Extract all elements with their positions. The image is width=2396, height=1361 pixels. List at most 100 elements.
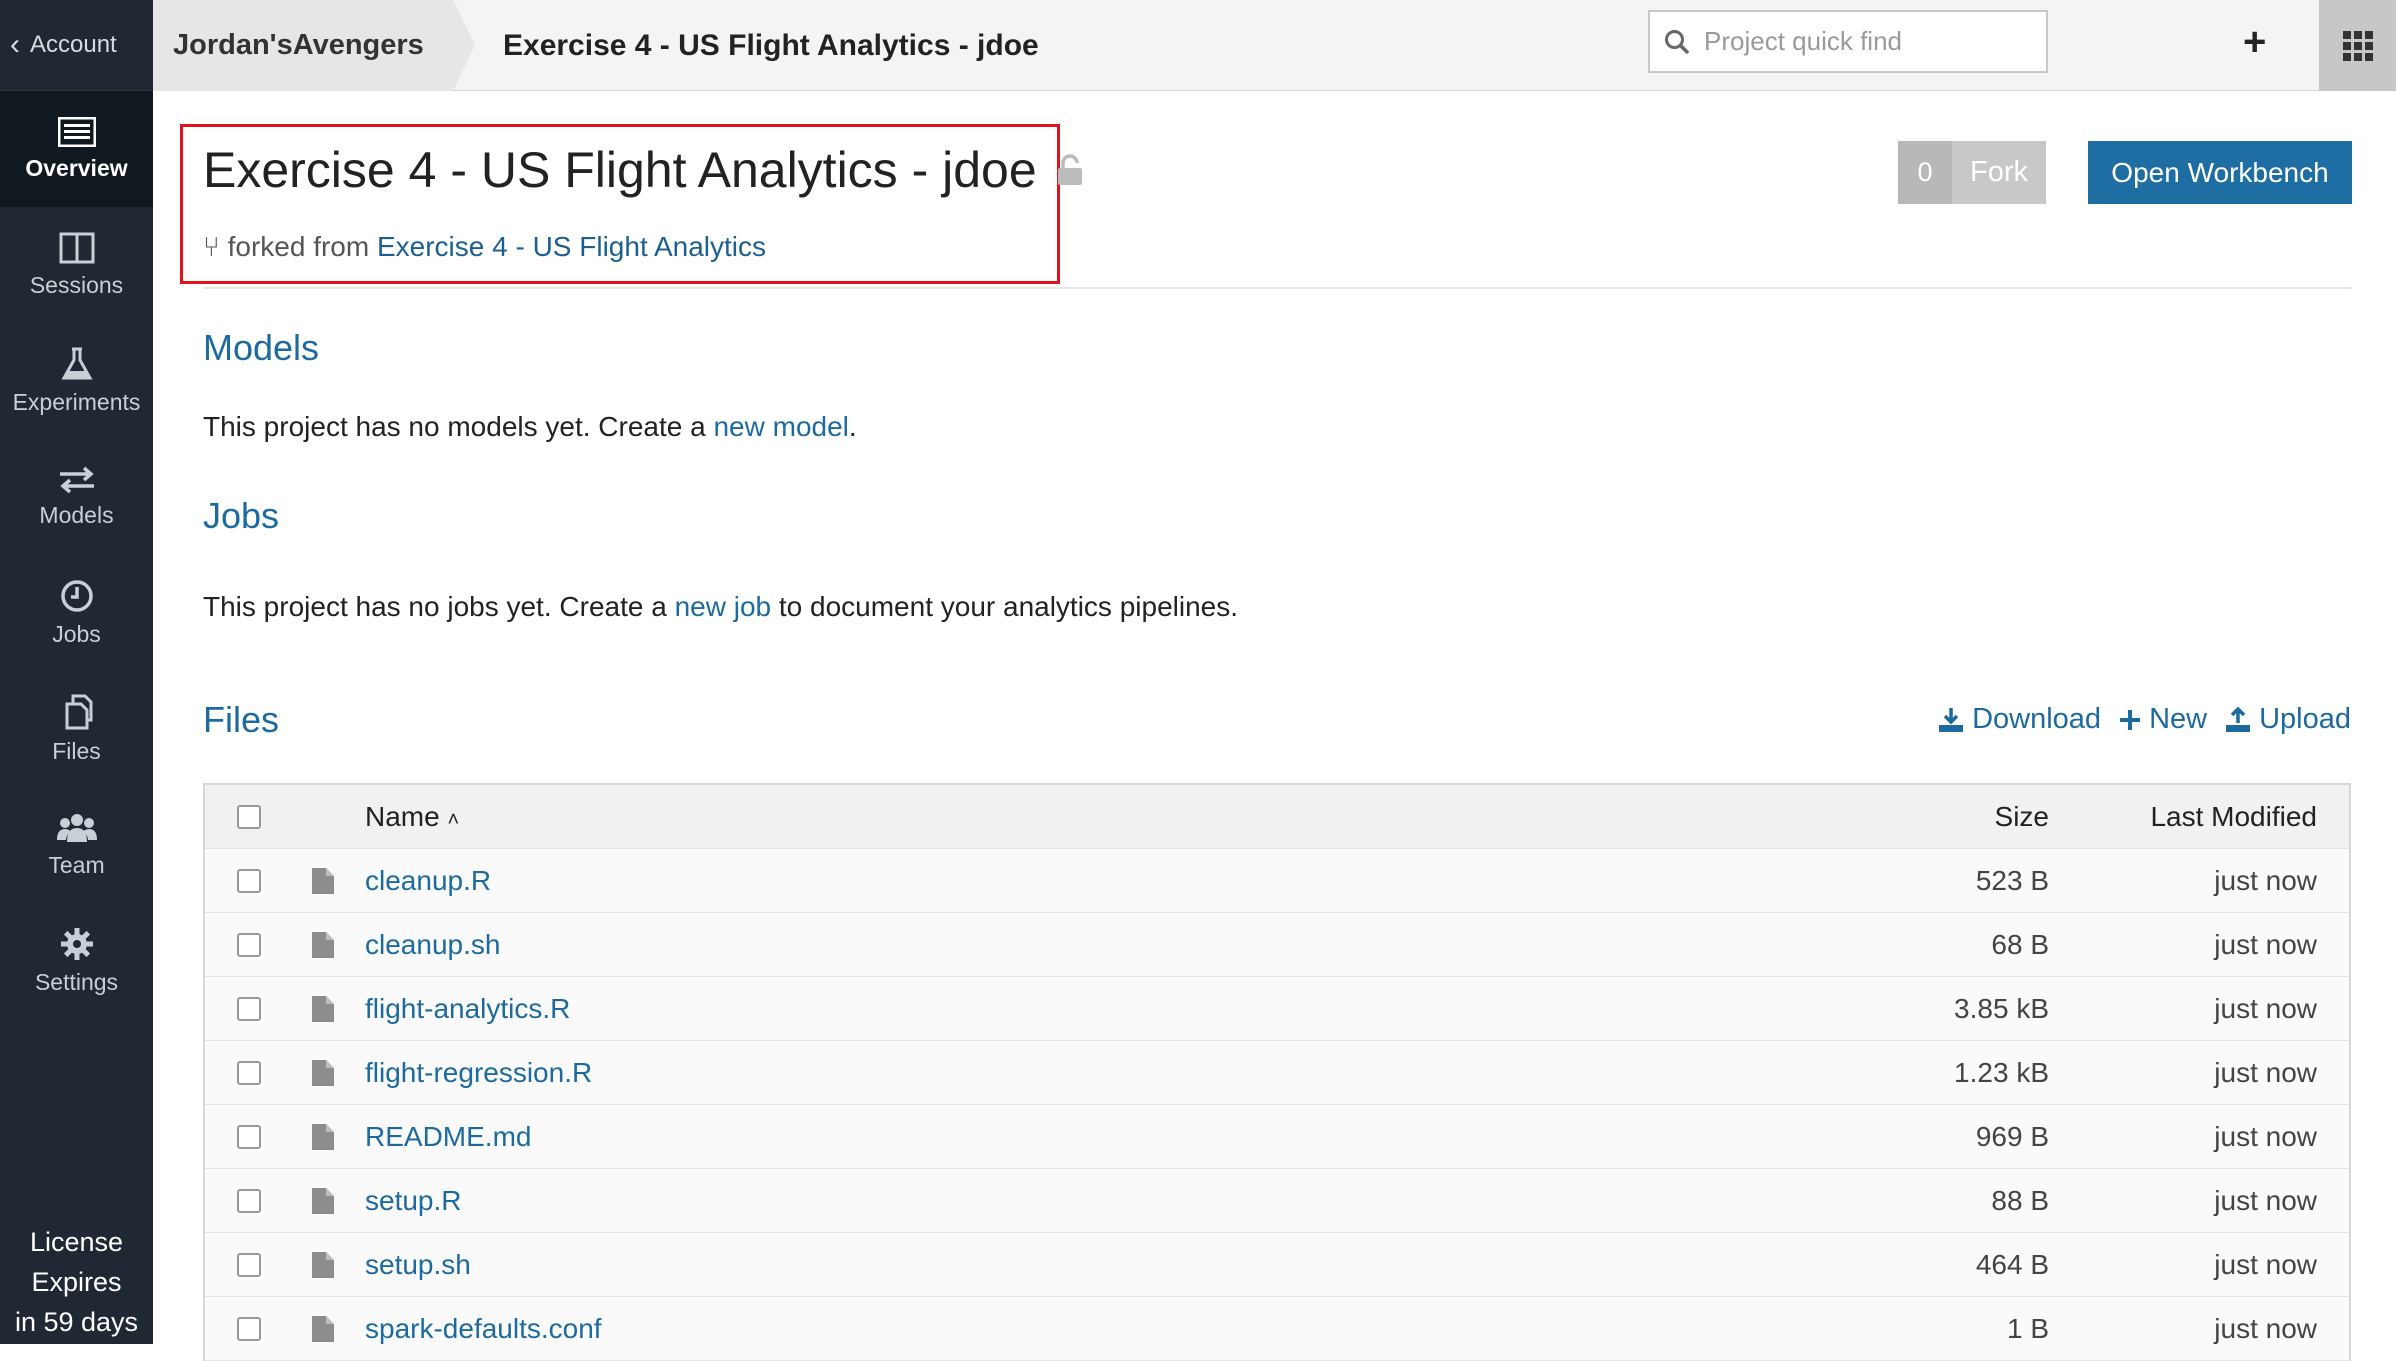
files-icon bbox=[65, 694, 92, 729]
sidebar-item-files[interactable]: Files bbox=[0, 671, 153, 787]
file-icon bbox=[312, 931, 334, 958]
row-checkbox[interactable] bbox=[237, 1124, 261, 1149]
new-file-link[interactable]: New bbox=[2119, 703, 2207, 736]
file-size: 464 B bbox=[1975, 1248, 2049, 1280]
file-size: 68 B bbox=[1991, 928, 2049, 960]
sidebar: ‹ Account Overview Sessions Experiments … bbox=[0, 0, 153, 1344]
flask-icon bbox=[60, 347, 93, 379]
row-checkbox[interactable] bbox=[237, 1060, 261, 1085]
sidebar-item-jobs[interactable]: Jobs bbox=[0, 555, 153, 671]
sidebar-item-label: Overview bbox=[25, 154, 128, 181]
table-row[interactable]: spark-defaults.conf 1 B just now bbox=[205, 1297, 2349, 1361]
arrows-icon bbox=[59, 466, 94, 493]
file-modified: just now bbox=[2214, 1312, 2317, 1344]
clock-icon bbox=[60, 579, 93, 612]
name-header-label: Name bbox=[365, 800, 440, 832]
file-modified: just now bbox=[2214, 1120, 2317, 1152]
file-size: 1 B bbox=[2006, 1312, 2049, 1344]
breadcrumb-separator bbox=[453, 0, 475, 91]
file-name-link[interactable]: flight-regression.R bbox=[365, 1057, 1849, 1089]
search-input[interactable] bbox=[1704, 26, 2024, 57]
table-row[interactable]: setup.R 88 B just now bbox=[205, 1169, 2349, 1233]
file-size: 523 B bbox=[1975, 864, 2049, 896]
gear-icon bbox=[60, 927, 93, 960]
file-actions: Download New Upload bbox=[1938, 703, 2351, 736]
table-row[interactable]: flight-regression.R 1.23 kB just now bbox=[205, 1041, 2349, 1105]
file-name-link[interactable]: flight-analytics.R bbox=[365, 993, 1849, 1025]
apps-grid-icon[interactable] bbox=[2319, 0, 2396, 91]
breadcrumb-team[interactable]: Jordan'sAvengers bbox=[153, 0, 453, 91]
row-checkbox[interactable] bbox=[237, 1316, 261, 1341]
file-rows: cleanup.R 523 B just now cleanup.sh 68 B just… bbox=[205, 849, 2349, 1361]
project-search-box[interactable] bbox=[1648, 10, 2048, 73]
project-title-text: Exercise 4 - US Flight Analytics - jdoe bbox=[203, 142, 1037, 198]
row-checkbox[interactable] bbox=[237, 1252, 261, 1277]
table-row[interactable]: cleanup.R 523 B just now bbox=[205, 849, 2349, 913]
fork-control: 0 Fork bbox=[1898, 141, 2046, 204]
plus-icon bbox=[2120, 709, 2141, 730]
table-row[interactable]: flight-analytics.R 3.85 kB just now bbox=[205, 977, 2349, 1041]
file-name-link[interactable]: README.md bbox=[365, 1121, 1849, 1153]
download-label: Download bbox=[1972, 703, 2102, 735]
sidebar-item-team[interactable]: Team bbox=[0, 787, 153, 903]
file-icon bbox=[312, 1251, 334, 1278]
row-checkbox[interactable] bbox=[237, 996, 261, 1021]
file-name-link[interactable]: setup.sh bbox=[365, 1249, 1849, 1281]
chevron-left-icon: ‹ bbox=[10, 28, 20, 61]
modified-column-header[interactable]: Last Modified bbox=[2049, 801, 2349, 833]
table-row[interactable]: setup.sh 464 B just now bbox=[205, 1233, 2349, 1297]
row-checkbox[interactable] bbox=[237, 932, 261, 957]
fork-count: 0 bbox=[1898, 141, 1952, 204]
sidebar-item-label: Sessions bbox=[29, 271, 124, 298]
sidebar-item-settings[interactable]: Settings bbox=[0, 903, 153, 1019]
files-table: Name ˄ Size Last Modified cleanup.R 523 B… bbox=[203, 783, 2351, 1361]
file-modified: just now bbox=[2214, 864, 2317, 896]
download-link[interactable]: Download bbox=[1938, 703, 2101, 736]
jobs-heading[interactable]: Jobs bbox=[203, 495, 279, 537]
file-size: 88 B bbox=[1991, 1184, 2049, 1216]
file-icon bbox=[312, 995, 334, 1022]
sidebar-item-experiments[interactable]: Experiments bbox=[0, 323, 153, 439]
new-job-link[interactable]: new job bbox=[675, 591, 772, 622]
table-row[interactable]: cleanup.sh 68 B just now bbox=[205, 913, 2349, 977]
sidebar-item-label: Models bbox=[39, 501, 114, 528]
file-modified: just now bbox=[2214, 1248, 2317, 1280]
select-all-checkbox[interactable] bbox=[237, 804, 261, 829]
account-link[interactable]: ‹ Account bbox=[0, 0, 153, 91]
models-text-after: . bbox=[848, 411, 857, 442]
open-workbench-button[interactable]: Open Workbench bbox=[2088, 141, 2352, 204]
file-name-link[interactable]: setup.R bbox=[365, 1185, 1849, 1217]
unlock-icon bbox=[1057, 154, 1082, 185]
sidebar-item-label: Experiments bbox=[12, 388, 141, 415]
sidebar-item-sessions[interactable]: Sessions bbox=[0, 207, 153, 323]
name-column-header[interactable]: Name ˄ bbox=[365, 801, 1849, 833]
files-heading: Files bbox=[203, 699, 280, 740]
license-line: in 59 days bbox=[14, 1307, 139, 1337]
license-line: Expires bbox=[31, 1267, 122, 1297]
row-checkbox[interactable] bbox=[237, 868, 261, 893]
row-checkbox[interactable] bbox=[237, 1188, 261, 1213]
file-name-link[interactable]: cleanup.sh bbox=[365, 929, 1849, 961]
plus-icon[interactable]: + bbox=[2243, 22, 2266, 62]
sidebar-item-models[interactable]: Models bbox=[0, 439, 153, 555]
upload-link[interactable]: Upload bbox=[2225, 703, 2351, 736]
forked-source-link[interactable]: Exercise 4 - US Flight Analytics bbox=[377, 231, 766, 262]
forked-from: ⑂ forked from Exercise 4 - US Flight Ana… bbox=[203, 231, 766, 263]
file-name-link[interactable]: spark-defaults.conf bbox=[365, 1313, 1849, 1345]
grid-icon bbox=[2342, 30, 2373, 61]
sidebar-item-label: Jobs bbox=[52, 620, 101, 647]
models-heading[interactable]: Models bbox=[203, 327, 319, 369]
file-size: 969 B bbox=[1975, 1120, 2049, 1152]
file-size: 1.23 kB bbox=[1954, 1056, 2049, 1088]
fork-button[interactable]: Fork bbox=[1952, 141, 2046, 204]
upload-icon bbox=[2226, 706, 2251, 732]
breadcrumb-project[interactable]: Exercise 4 - US Flight Analytics - jdoe bbox=[503, 0, 1039, 91]
new-model-link[interactable]: new model bbox=[713, 411, 848, 442]
sidebar-item-overview[interactable]: Overview bbox=[0, 91, 153, 207]
file-icon bbox=[312, 1059, 334, 1086]
file-name-link[interactable]: cleanup.R bbox=[365, 865, 1849, 897]
size-column-header[interactable]: Size bbox=[1849, 801, 2049, 833]
sidebar-item-label: Team bbox=[48, 851, 105, 878]
table-row[interactable]: README.md 969 B just now bbox=[205, 1105, 2349, 1169]
file-modified: just now bbox=[2214, 1184, 2317, 1216]
